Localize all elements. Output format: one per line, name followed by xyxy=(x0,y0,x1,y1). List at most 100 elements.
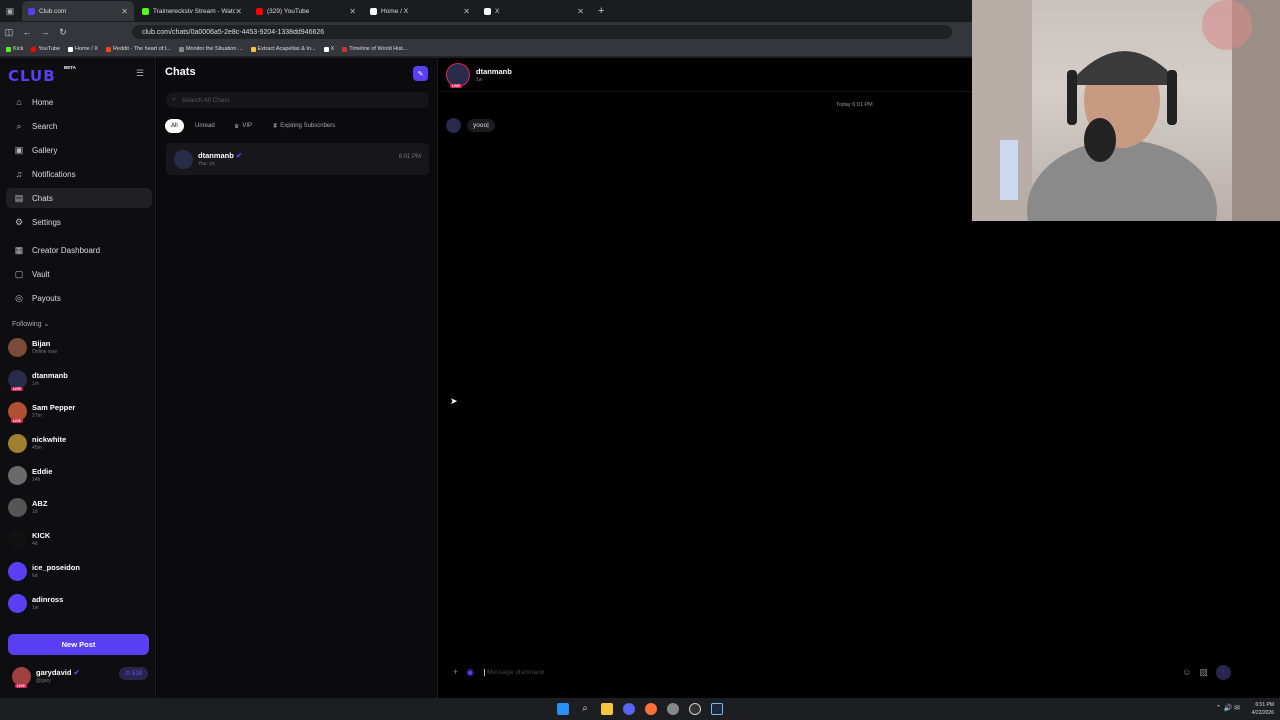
bookmark-item[interactable]: X xyxy=(323,46,335,52)
clock[interactable]: 6:01 PM 4/22/2026 xyxy=(1252,701,1274,717)
conversation-name[interactable]: dtanmanb xyxy=(476,67,512,76)
filter-expiring-subscribers[interactable]: ⧗ Expiring Subscribers xyxy=(267,119,341,133)
new-post-button[interactable]: New Post xyxy=(8,634,149,655)
filter-unread[interactable]: Unread xyxy=(189,119,221,133)
bookmark-label: X xyxy=(330,46,335,52)
close-icon[interactable]: ✕ xyxy=(577,7,584,16)
sidebar-item-label: Vault xyxy=(32,269,50,279)
tab-favicon-icon xyxy=(28,7,35,15)
sidebar-item-search[interactable]: ⌕ Search xyxy=(6,116,152,136)
send-button[interactable]: ↑ xyxy=(1215,664,1231,680)
browser-tab[interactable]: (329) YouTube ✕ xyxy=(250,1,362,21)
following-status: 1w xyxy=(32,605,39,611)
bookmark-item[interactable]: Monitor the Situation ... xyxy=(178,46,243,52)
bookmark-item[interactable]: Home / X xyxy=(68,46,98,52)
emoji-icon[interactable]: ☺ xyxy=(1182,667,1191,677)
following-name: Eddie xyxy=(32,467,53,476)
bookmark-item[interactable]: Extract Acapellas & In... xyxy=(250,46,316,52)
message-bubble[interactable]: yooo| xyxy=(467,119,495,132)
chat-icon: ▤ xyxy=(14,192,24,203)
club-logo[interactable]: CLUB xyxy=(8,67,56,85)
following-item[interactable]: ABZ 1d xyxy=(8,495,148,519)
sidebar-toggle-icon[interactable]: ◫ xyxy=(0,27,18,38)
bookmark-item[interactable]: Timeline of World Hist... xyxy=(342,46,407,52)
avatar: LIVE xyxy=(8,401,27,423)
browser-tab[interactable]: Trainwreckstv Stream - Watch L✕ xyxy=(136,1,248,21)
following-item[interactable]: Eddie 14h xyxy=(8,463,148,487)
browser-tab[interactable]: Club.com ✕ xyxy=(22,1,134,21)
steam-icon[interactable] xyxy=(711,703,723,715)
sidebar-item-vault[interactable]: ▢ Vault xyxy=(6,264,152,284)
browser-tab[interactable]: X ✕ xyxy=(478,1,590,21)
following-item[interactable]: adinross 1w xyxy=(8,591,148,615)
search-input[interactable]: ⌕ Search All Chats xyxy=(166,92,429,108)
close-icon[interactable]: ✕ xyxy=(121,7,128,16)
close-icon[interactable]: ✕ xyxy=(349,7,356,16)
filter-label: Unread xyxy=(195,123,215,129)
filter-all[interactable]: All xyxy=(165,119,184,133)
new-chat-button[interactable]: ✎ xyxy=(413,66,428,81)
back-button[interactable]: ← xyxy=(18,27,36,37)
chat-row[interactable]: dtanmanb ✔ You: yo 6:01 PM xyxy=(166,143,429,175)
avatar xyxy=(8,561,27,581)
sidebar-item-settings[interactable]: ⚙ Settings xyxy=(6,212,152,232)
sidebar-item-payouts[interactable]: ◎ Payouts xyxy=(6,288,152,308)
discord-icon[interactable] xyxy=(623,703,635,715)
sidebar-item-notifications[interactable]: ♫ Notifications xyxy=(6,164,152,184)
bookmark-item[interactable]: Reddit - The heart of t... xyxy=(105,46,171,52)
avatar: LIVE xyxy=(8,369,27,391)
sidebar-item-creator-dashboard[interactable]: ▦ Creator Dashboard xyxy=(6,240,152,260)
webcam-image xyxy=(972,0,1280,221)
following-header[interactable]: Following ⌄ xyxy=(12,320,49,328)
close-icon[interactable]: ✕ xyxy=(463,7,470,16)
menu-icon[interactable]: ☰ xyxy=(136,68,144,79)
following-item[interactable]: LIVE Sam Pepper 27m xyxy=(8,399,148,423)
coin-icon[interactable]: ◉ xyxy=(466,667,474,678)
following-name: dtanmanb xyxy=(32,371,68,380)
obs-icon[interactable] xyxy=(689,703,701,715)
chat-time: 6:01 PM xyxy=(398,154,421,160)
bookmark-item[interactable]: Kick xyxy=(6,46,23,52)
message-input[interactable]: Message dtanmanb xyxy=(484,668,1174,676)
bookmark-label: Home / X xyxy=(75,46,98,52)
sidebar-item-gallery[interactable]: ▣ Gallery xyxy=(6,140,152,160)
image-icon[interactable]: ▨ xyxy=(1199,667,1208,678)
reload-button[interactable]: ↻ xyxy=(54,27,72,38)
sidebar-item-label: Creator Dashboard xyxy=(32,245,101,255)
avatar[interactable]: LIVE xyxy=(446,62,470,88)
following-item[interactable]: Bijan Online now xyxy=(8,335,148,359)
windows-start-icon[interactable] xyxy=(557,703,569,715)
search-icon: ⌕ xyxy=(16,120,22,131)
tab-title: Club.com xyxy=(39,7,67,15)
search-icon: ⌕ xyxy=(172,96,176,103)
browser-tab[interactable]: Home / X ✕ xyxy=(364,1,476,21)
following-item[interactable]: nickwhite 45m xyxy=(8,431,148,455)
following-name: ABZ xyxy=(32,499,48,508)
following-item[interactable]: LIVE dtanmanb 1m xyxy=(8,367,148,391)
following-name: Bijan xyxy=(32,339,51,348)
forward-button[interactable]: → xyxy=(36,27,54,37)
system-tray[interactable]: ⌃ 🔊 ✉ xyxy=(1216,704,1240,712)
search-icon[interactable]: ⌕ xyxy=(579,703,591,715)
following-item[interactable]: ice_poseidon 6d xyxy=(8,559,148,583)
avatar xyxy=(8,593,27,613)
add-icon[interactable]: + xyxy=(453,667,458,677)
balance-badge[interactable]: ⊙ 518 xyxy=(119,667,148,680)
current-user[interactable]: LIVE garydavid ✔ @gary ⊙ 518 xyxy=(12,664,152,688)
sidebar-item-home[interactable]: ⌂ Home xyxy=(6,92,152,112)
hourglass-icon: ⧗ xyxy=(273,122,278,129)
sidebar-item-chats[interactable]: ▤ Chats xyxy=(6,188,152,208)
firefox-icon[interactable] xyxy=(645,703,657,715)
url-bar[interactable]: club.com/chats/0a0006a5-2e8c-4453-9204-1… xyxy=(132,25,952,39)
following-text: Bijan Online now xyxy=(32,339,57,355)
bookmark-favicon-icon xyxy=(178,46,184,52)
settings-icon[interactable] xyxy=(667,703,679,715)
gallery-icon: ▣ xyxy=(14,144,24,155)
tab-menu-icon[interactable]: ▣ xyxy=(0,0,20,22)
filter-vip[interactable]: ♛ VIP xyxy=(228,119,258,133)
bookmark-item[interactable]: YouTube xyxy=(31,46,60,52)
new-tab-button[interactable]: + xyxy=(598,5,604,17)
following-item[interactable]: KICK 4d xyxy=(8,527,148,551)
file-explorer-icon[interactable] xyxy=(601,703,613,715)
close-icon[interactable]: ✕ xyxy=(235,7,242,16)
